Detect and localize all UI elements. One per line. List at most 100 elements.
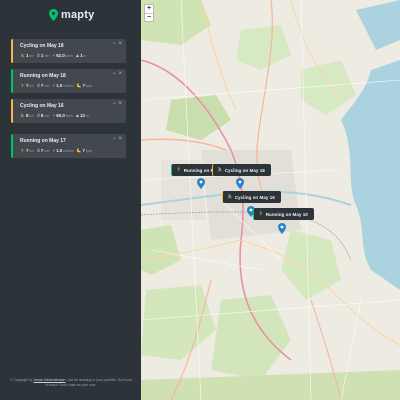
- workout-card[interactable]: Cycling on May 16− × 🚴 8 km ⏱ 8 min ⚡ 60.0 km/h ⛰ 12…: [11, 99, 126, 123]
- workout-details: 🏃 7 km ⏱ 7 min ⚡ 1.0 min/km 🦶 7 spm: [20, 148, 92, 153]
- workout-detail: ⏱ 1 min: [37, 53, 50, 58]
- workout-detail: 🚴 1 km: [20, 53, 34, 58]
- minimize-icon[interactable]: −: [112, 41, 116, 47]
- workout-card[interactable]: Cycling on May 18− × 🚴 1 km ⏱ 1 min ⚡ 62.0 km/h ⛰ 1 m: [11, 39, 126, 63]
- workout-detail: 🦶 7 spm: [77, 83, 92, 88]
- clock-icon: ⏱: [36, 53, 40, 58]
- detail-unit: m: [83, 53, 87, 58]
- workout-detail: ⛰ 12 m: [76, 113, 89, 118]
- detail-unit: km/h: [65, 113, 73, 118]
- sidebar: mapty Cycling on May 18− × 🚴 1 km ⏱ 1 min ⚡ 62.0 k…: [0, 0, 141, 400]
- popup-label: Cycling on May 18: [224, 167, 265, 173]
- workout-detail: 🚴 8 km: [20, 113, 34, 118]
- workout-title: Cycling on May 18: [20, 43, 64, 49]
- map-marker-icon[interactable]: [236, 178, 244, 189]
- detail-value: 1: [40, 53, 44, 58]
- runner-icon: 🏃: [176, 167, 182, 172]
- close-icon[interactable]: ×: [118, 41, 122, 47]
- zoom-control: + −: [144, 4, 154, 22]
- detail-unit: spm: [86, 83, 93, 88]
- detail-value: 1.0: [56, 148, 63, 153]
- runner-icon: 🏃: [20, 83, 25, 88]
- detail-value: 8: [25, 113, 29, 118]
- detail-value: 7: [40, 148, 44, 153]
- minimize-icon[interactable]: −: [112, 101, 116, 107]
- detail-value: 1: [25, 53, 29, 58]
- clock-icon: ⏱: [36, 83, 40, 88]
- detail-value: 7: [82, 83, 86, 88]
- detail-value: 1: [80, 53, 83, 58]
- workout-detail: ⏱ 7 min: [37, 83, 50, 88]
- bicycle-icon: 🚴: [227, 194, 233, 199]
- bolt-icon: ⚡: [52, 53, 56, 58]
- map[interactable]: 🏃 Running on May 18 🚴 Cycling on May 18 …: [141, 0, 400, 400]
- minimize-icon[interactable]: −: [112, 71, 116, 77]
- zoom-out-button[interactable]: −: [145, 14, 153, 22]
- workout-title: Running on May 17: [20, 138, 66, 144]
- detail-value: 8: [40, 113, 44, 118]
- bicycle-icon: 🚴: [217, 167, 223, 172]
- footprint-icon: 🦶: [76, 148, 82, 153]
- workout-detail: ⚡ 1.0 min/km: [52, 83, 73, 88]
- author-link[interactable]: Jonas Schmedtmann: [34, 378, 66, 382]
- detail-unit: min: [44, 83, 50, 88]
- workout-detail: ⚡ 1.0 min/km: [52, 148, 73, 153]
- workout-card[interactable]: Running on May 17− × 🏃 7 km ⏱ 7 min ⚡ 1.0 min/km 🦶 7…: [11, 134, 126, 158]
- close-icon[interactable]: ×: [118, 136, 122, 142]
- detail-value: 60.0: [56, 113, 65, 118]
- map-marker-icon[interactable]: [278, 223, 286, 234]
- detail-unit: km: [29, 83, 34, 88]
- detail-unit: km/h: [65, 53, 73, 58]
- workout-details: 🚴 8 km ⏱ 8 min ⚡ 60.0 km/h ⛰ 12 m: [20, 113, 89, 118]
- workout-popup[interactable]: 🏃 Running on May 10: [253, 208, 314, 220]
- zoom-in-button[interactable]: +: [145, 5, 153, 13]
- workout-details: 🚴 1 km ⏱ 1 min ⚡ 62.0 km/h ⛰ 1 m: [20, 53, 86, 58]
- copyright-prefix: © Copyright by: [10, 378, 34, 382]
- detail-unit: min: [44, 148, 50, 153]
- detail-unit: m: [85, 113, 89, 118]
- workout-popup[interactable]: 🚴 Cycling on May 16: [222, 191, 281, 203]
- detail-unit: spm: [86, 148, 93, 153]
- map-pin-icon: [49, 9, 58, 21]
- detail-value: 7: [82, 148, 86, 153]
- runner-icon: 🏃: [258, 211, 264, 216]
- footprint-icon: 🦶: [76, 83, 82, 88]
- detail-unit: km: [29, 53, 34, 58]
- detail-value: 12: [80, 113, 85, 118]
- detail-unit: min/km: [63, 83, 74, 88]
- runner-icon: 🏃: [20, 148, 25, 153]
- mountain-icon: ⛰: [75, 53, 80, 58]
- workout-detail: ⛰ 1 m: [76, 53, 86, 58]
- close-icon[interactable]: ×: [118, 71, 122, 77]
- bicycle-icon: 🚴: [20, 53, 25, 58]
- workout-detail: 🏃 7 km: [20, 83, 34, 88]
- popup-label: Cycling on May 16: [234, 194, 275, 200]
- clock-icon: ⏱: [36, 148, 40, 153]
- detail-unit: min: [44, 53, 50, 58]
- detail-value: 1.0: [56, 83, 63, 88]
- detail-value: 62.0: [56, 53, 65, 58]
- clock-icon: ⏱: [36, 113, 40, 118]
- workout-card[interactable]: Running on May 18− × 🏃 7 km ⏱ 7 min ⚡ 1.0 min/km 🦶 7…: [11, 69, 126, 93]
- detail-value: 7: [40, 83, 44, 88]
- bolt-icon: ⚡: [52, 148, 56, 153]
- map-marker-icon[interactable]: [197, 178, 205, 189]
- workout-popup[interactable]: 🚴 Cycling on May 18: [212, 164, 271, 176]
- copyright: © Copyright by Jonas Schmedtmann. Use fo…: [10, 378, 132, 388]
- mountain-icon: ⛰: [75, 113, 80, 118]
- workout-detail: ⏱ 7 min: [37, 148, 50, 153]
- app-name: mapty: [61, 9, 95, 21]
- logo: mapty: [49, 9, 94, 21]
- minimize-icon[interactable]: −: [112, 136, 116, 142]
- workout-detail: ⚡ 60.0 km/h: [52, 113, 72, 118]
- workout-title: Running on May 18: [20, 73, 66, 79]
- detail-unit: km: [29, 113, 34, 118]
- workout-detail: 🦶 7 spm: [77, 148, 92, 153]
- workout-detail: ⏱ 8 min: [37, 113, 50, 118]
- workout-title: Cycling on May 16: [20, 103, 64, 109]
- workout-detail: 🏃 7 km: [20, 148, 34, 153]
- bolt-icon: ⚡: [52, 83, 56, 88]
- workout-detail: ⚡ 62.0 km/h: [52, 53, 72, 58]
- close-icon[interactable]: ×: [118, 101, 122, 107]
- detail-unit: km: [29, 148, 34, 153]
